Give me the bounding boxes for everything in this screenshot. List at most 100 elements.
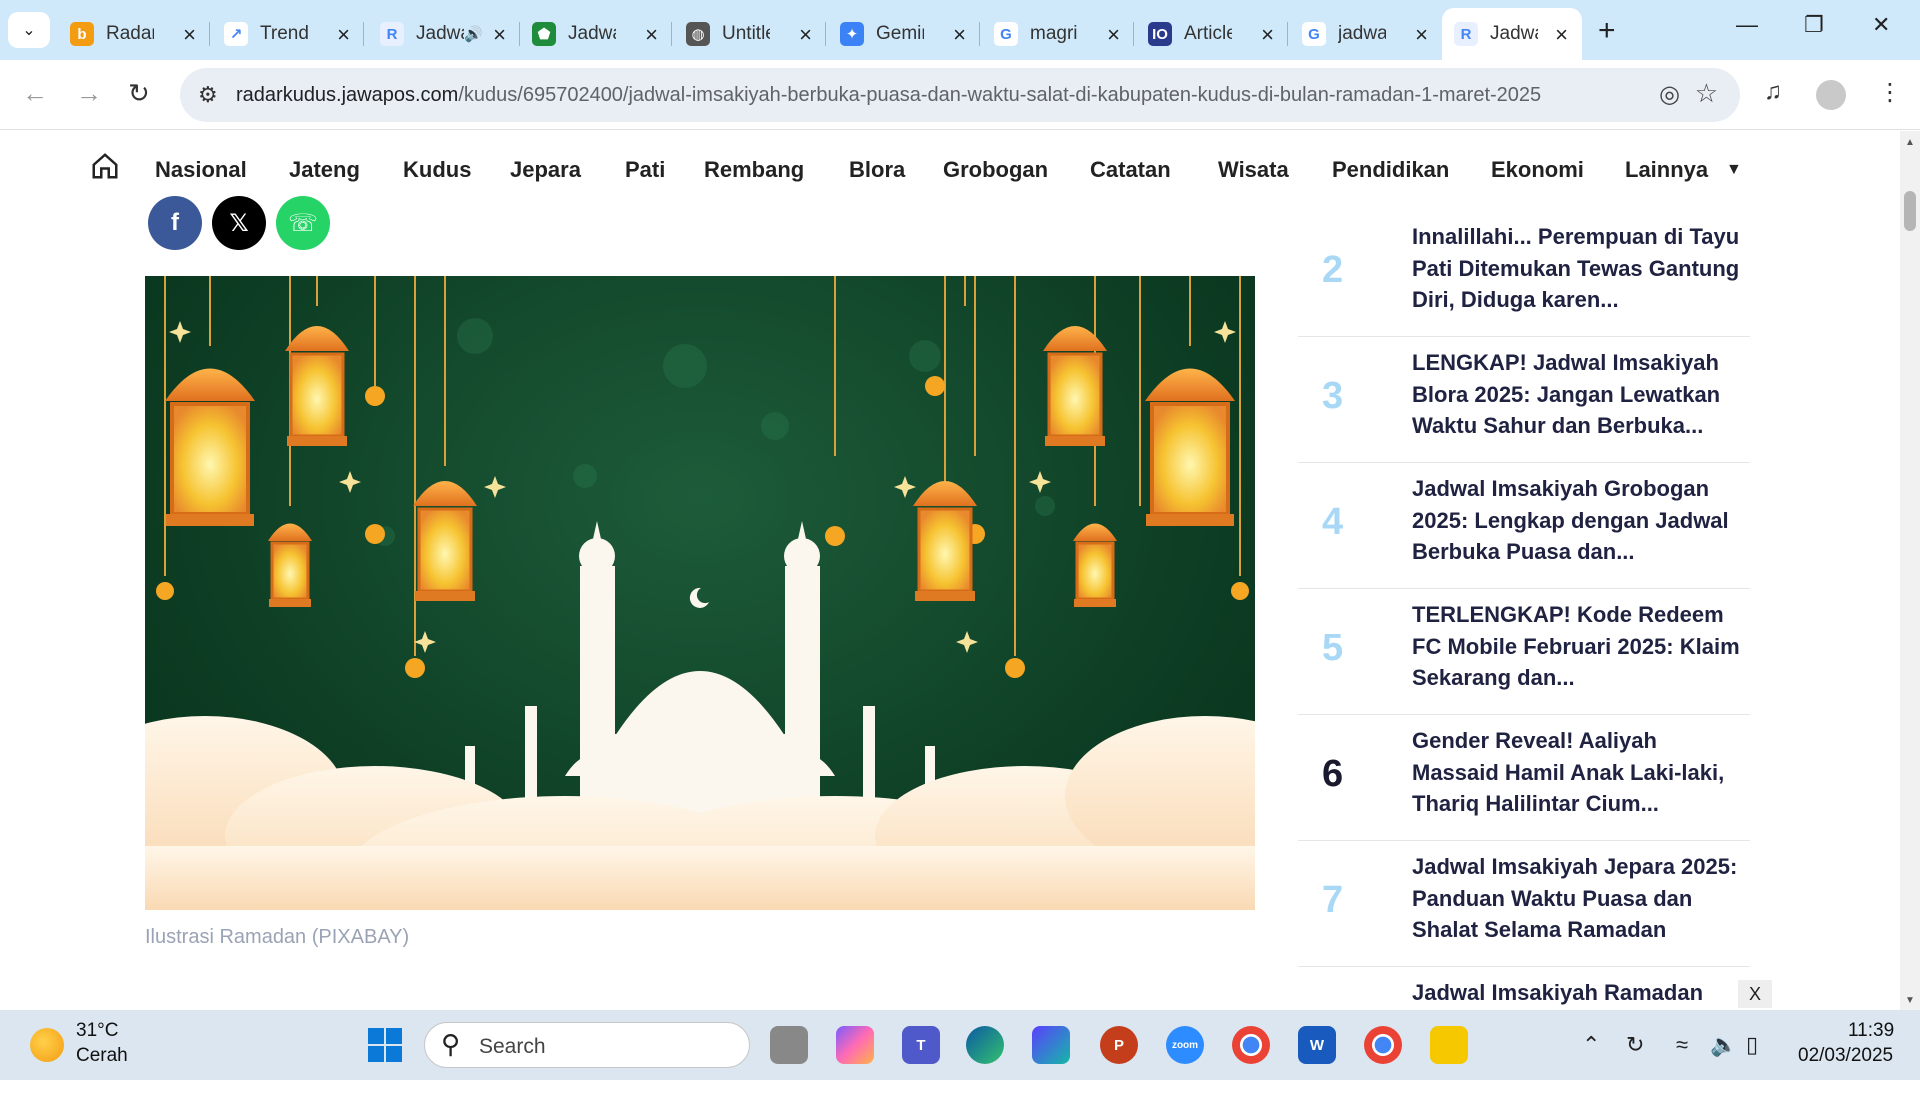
whatsapp-share-button[interactable]: ☏	[276, 196, 330, 250]
x-logo-icon: 𝕏	[229, 209, 249, 237]
tab-5[interactable]: ✦ Gemini ×	[828, 8, 980, 60]
weather-temperature[interactable]: 31°C	[76, 1020, 118, 1042]
sticky-notes-icon[interactable]	[1430, 1026, 1468, 1064]
popular-article-title[interactable]: Gender Reveal! Aaliyah Massaid Hamil Ana…	[1412, 725, 1742, 820]
clock-date[interactable]: 02/03/2025	[1798, 1045, 1893, 1067]
nav-kudus[interactable]: Kudus	[403, 157, 471, 183]
tab-separator	[1287, 22, 1288, 46]
popular-article-title[interactable]: Jadwal Imsakiyah Grobogan 2025: Lengkap …	[1412, 473, 1742, 568]
close-tab-icon[interactable]: ×	[493, 22, 506, 48]
volume-icon[interactable]: 🔈	[1710, 1032, 1737, 1058]
close-tab-icon[interactable]: ×	[799, 22, 812, 48]
battery-icon[interactable]: ▯	[1746, 1032, 1758, 1058]
new-tab-button[interactable]: +	[1598, 14, 1616, 48]
tab-8[interactable]: Gjadwal ×	[1290, 8, 1442, 60]
tab-7[interactable]: IO Article ×	[1136, 8, 1288, 60]
scroll-up-arrow-icon[interactable]: ▲	[1905, 137, 1915, 148]
nav-rembang[interactable]: Rembang	[704, 157, 804, 183]
minimize-button[interactable]: —	[1736, 12, 1758, 38]
wifi-icon[interactable]: ≈	[1676, 1032, 1688, 1058]
close-tab-icon[interactable]: ×	[1261, 22, 1274, 48]
url-bar[interactable]: ⚙ radarkudus.jawapos.com/kudus/695702400…	[180, 68, 1740, 122]
close-tab-icon[interactable]: ×	[337, 22, 350, 48]
popular-article-item[interactable]: 2 Innalillahi... Perempuan di Tayu Pati D…	[1298, 211, 1750, 337]
bookmark-star-icon[interactable]: ☆	[1695, 78, 1718, 109]
x-share-button[interactable]: 𝕏	[212, 196, 266, 250]
close-tab-icon[interactable]: ×	[1555, 22, 1568, 48]
scrollbar-thumb[interactable]	[1904, 191, 1916, 231]
popular-article-item[interactable]: 4 Jadwal Imsakiyah Grobogan 2025: Lengkap…	[1298, 463, 1750, 589]
popular-article-title[interactable]: Innalillahi... Perempuan di Tayu Pati Di…	[1412, 221, 1742, 316]
popular-article-title[interactable]: Jadwal Imsakiyah Jepara 2025: Panduan Wa…	[1412, 851, 1742, 946]
popular-article-item[interactable]: 3 LENGKAP! Jadwal Imsakiyah Blora 2025: J…	[1298, 337, 1750, 463]
zoom-icon[interactable]: zoom	[1166, 1026, 1204, 1064]
nav-blora[interactable]: Blora	[849, 157, 905, 183]
close-window-button[interactable]: ✕	[1872, 12, 1890, 38]
forward-arrow-icon[interactable]: →	[76, 78, 102, 109]
tab-1[interactable]: ↗ Trends ×	[212, 8, 364, 60]
powerpoint-icon[interactable]: P	[1100, 1026, 1138, 1064]
media-control-icon[interactable]: ♫	[1764, 78, 1782, 106]
home-icon[interactable]	[90, 151, 120, 181]
weather-sun-icon[interactable]	[30, 1028, 64, 1062]
nav-pati[interactable]: Pati	[625, 157, 665, 183]
popular-article-title[interactable]: LENGKAP! Jadwal Imsakiyah Blora 2025: Ja…	[1412, 347, 1742, 442]
menu-dots-icon[interactable]: ⋮	[1878, 78, 1902, 107]
tab-separator	[1133, 22, 1134, 46]
chevron-up-icon[interactable]: ⌃	[1582, 1032, 1600, 1058]
page-scrollbar[interactable]: ▲ ▼	[1900, 131, 1920, 1010]
back-arrow-icon[interactable]: ←	[22, 78, 48, 109]
close-tab-icon[interactable]: ×	[953, 22, 966, 48]
m365-icon[interactable]	[1032, 1026, 1070, 1064]
nav-ekonomi[interactable]: Ekonomi	[1491, 157, 1584, 183]
close-tab-icon[interactable]: ×	[645, 22, 658, 48]
tab-3[interactable]: ⬟ Jadwal ×	[520, 8, 672, 60]
tab-search-button[interactable]: ⌄	[8, 12, 50, 48]
close-tab-icon[interactable]: ×	[1107, 22, 1120, 48]
nav-lainnya[interactable]: Lainnya	[1625, 157, 1708, 183]
close-ad-button[interactable]: X	[1738, 980, 1772, 1008]
tab-2[interactable]: R Jadwal🔊 ×	[368, 8, 520, 60]
chrome-profile-icon[interactable]	[1364, 1026, 1402, 1064]
tab-6[interactable]: Gmagrib ×	[982, 8, 1134, 60]
nav-catatan[interactable]: Catatan	[1090, 157, 1171, 183]
audio-playing-icon[interactable]: 🔊	[464, 25, 483, 43]
popular-article-item[interactable]: 6 Gender Reveal! Aaliyah Massaid Hamil An…	[1298, 715, 1750, 841]
site-info-icon[interactable]: ⚙	[198, 82, 218, 108]
popular-article-title[interactable]: TERLENGKAP! Kode Redeem FC Mobile Februa…	[1412, 599, 1742, 694]
popular-article-item[interactable]: 5 TERLENGKAP! Kode Redeem FC Mobile Febru…	[1298, 589, 1750, 715]
nav-wisata[interactable]: Wisata	[1218, 157, 1289, 183]
clock-time[interactable]: 11:39	[1848, 1020, 1894, 1042]
restore-button[interactable]: ❐	[1804, 12, 1824, 38]
nav-pendidikan[interactable]: Pendidikan	[1332, 157, 1449, 183]
popular-article-title[interactable]: Jadwal Imsakiyah Ramadan	[1412, 977, 1742, 1009]
reload-icon[interactable]: ↻	[128, 78, 150, 109]
edge-icon[interactable]	[966, 1026, 1004, 1064]
sync-icon[interactable]: ↻	[1626, 1032, 1644, 1058]
nav-grobogan[interactable]: Grobogan	[943, 157, 1048, 183]
task-view-icon[interactable]	[770, 1026, 808, 1064]
chevron-down-icon[interactable]: ▼	[1726, 161, 1742, 179]
scroll-down-arrow-icon[interactable]: ▼	[1905, 995, 1915, 1006]
start-button[interactable]	[368, 1028, 402, 1062]
popular-article-item[interactable]: 7 Jadwal Imsakiyah Jepara 2025: Panduan W…	[1298, 841, 1750, 967]
tab-favicon-icon: IO	[1148, 22, 1172, 46]
tab-4[interactable]: ◍ Untitled ×	[674, 8, 826, 60]
nav-nasional[interactable]: Nasional	[155, 157, 247, 183]
tab-0[interactable]: b Radar Kudus ×	[58, 8, 210, 60]
chrome-icon[interactable]	[1232, 1026, 1270, 1064]
taskbar-search[interactable]: ⚲ Search	[424, 1022, 750, 1068]
nav-jateng[interactable]: Jateng	[289, 157, 360, 183]
word-icon[interactable]: W	[1298, 1026, 1336, 1064]
facebook-share-button[interactable]: f	[148, 196, 202, 250]
copilot-icon[interactable]	[836, 1026, 874, 1064]
eye-off-icon[interactable]: ◎	[1659, 80, 1680, 109]
profile-avatar[interactable]	[1816, 80, 1846, 110]
close-tab-icon[interactable]: ×	[1415, 22, 1428, 48]
close-tab-icon[interactable]: ×	[183, 22, 196, 48]
popular-rank-number: 4	[1322, 501, 1344, 543]
weather-description[interactable]: Cerah	[76, 1045, 128, 1067]
nav-jepara[interactable]: Jepara	[510, 157, 581, 183]
tab-9[interactable]: R Jadwal ×	[1442, 8, 1582, 60]
teams-icon[interactable]: T	[902, 1026, 940, 1064]
